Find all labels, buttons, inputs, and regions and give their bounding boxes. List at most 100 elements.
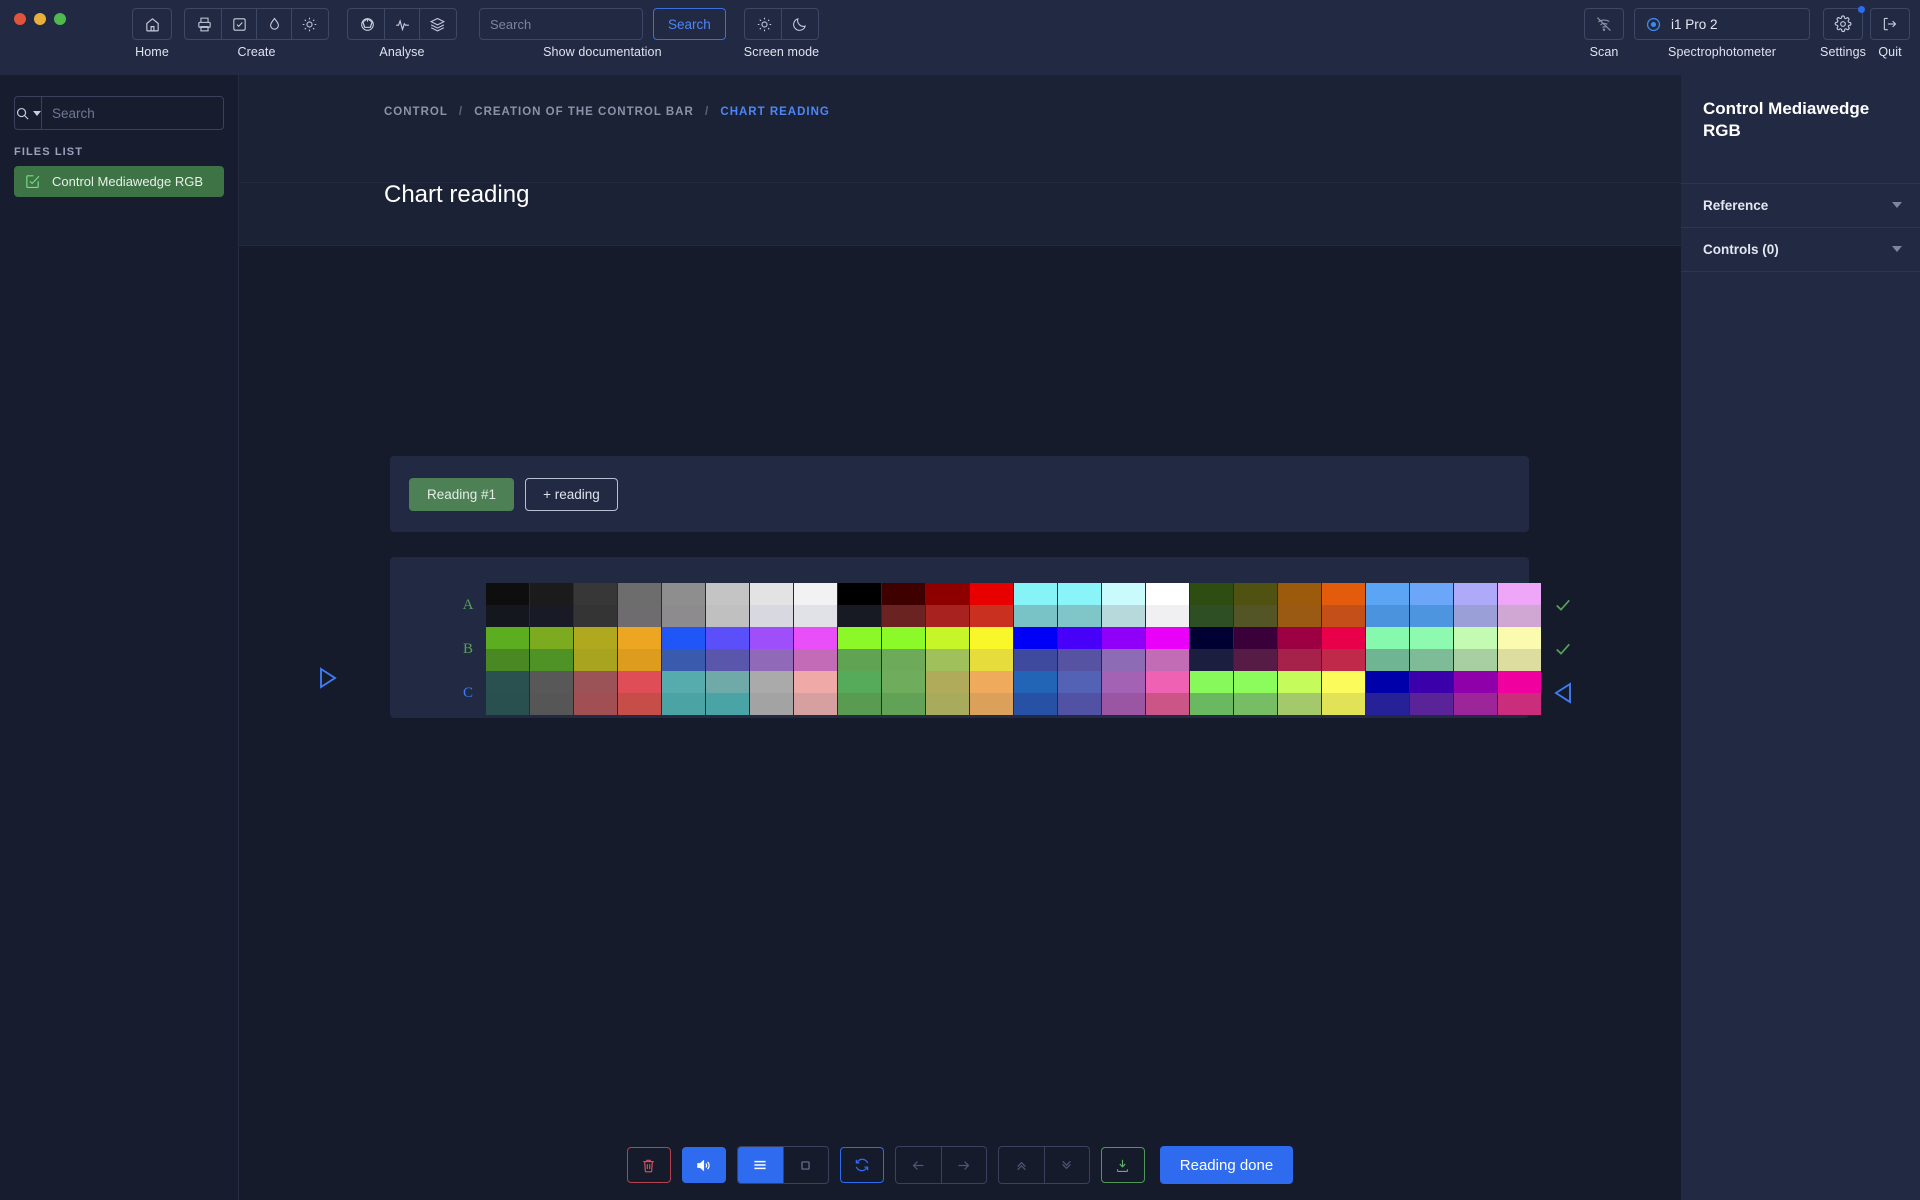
- window-close-button[interactable]: [14, 13, 26, 25]
- checklist-icon[interactable]: [222, 9, 256, 39]
- previous-button[interactable]: [896, 1147, 941, 1183]
- chart-patch[interactable]: [794, 627, 837, 671]
- chart-patch[interactable]: [1454, 671, 1497, 715]
- chart-patch[interactable]: [1234, 627, 1277, 671]
- export-button[interactable]: [1100, 1147, 1145, 1183]
- chart-patch[interactable]: [750, 583, 793, 627]
- chart-patch[interactable]: [1146, 671, 1189, 715]
- chart-patch[interactable]: [706, 671, 749, 715]
- chart-patch[interactable]: [926, 627, 969, 671]
- spectrophotometer-selector[interactable]: i1 Pro 2: [1634, 8, 1811, 40]
- chart-patch[interactable]: [1146, 583, 1189, 627]
- chart-patch[interactable]: [1322, 583, 1365, 627]
- chart-patch[interactable]: [1498, 583, 1541, 627]
- chart-patch[interactable]: [1102, 583, 1145, 627]
- delete-button[interactable]: [626, 1147, 671, 1183]
- chart-patch[interactable]: [1454, 583, 1497, 627]
- chart-patch[interactable]: [1102, 671, 1145, 715]
- page-up-button[interactable]: [999, 1147, 1044, 1183]
- chart-patch[interactable]: [1322, 671, 1365, 715]
- chart-patch[interactable]: [618, 671, 661, 715]
- search-input[interactable]: [42, 97, 223, 129]
- chart-patch[interactable]: [1366, 671, 1409, 715]
- chart-patch[interactable]: [1410, 583, 1453, 627]
- chart-patch[interactable]: [1234, 583, 1277, 627]
- scan-off-icon[interactable]: [1587, 9, 1621, 39]
- chart-patch[interactable]: [530, 627, 573, 671]
- sun-icon[interactable]: [747, 9, 781, 39]
- home-icon[interactable]: [135, 9, 169, 39]
- chart-patch[interactable]: [794, 583, 837, 627]
- chart-patch[interactable]: [1190, 627, 1233, 671]
- chart-patch[interactable]: [838, 671, 881, 715]
- chart-patch[interactable]: [970, 627, 1013, 671]
- chart-patch[interactable]: [926, 671, 969, 715]
- chart-patch[interactable]: [706, 583, 749, 627]
- chart-patch[interactable]: [662, 583, 705, 627]
- documentation-search-input[interactable]: [479, 8, 643, 40]
- window-maximize-button[interactable]: [54, 13, 66, 25]
- chart-patch[interactable]: [618, 583, 661, 627]
- list-view-button[interactable]: [737, 1147, 783, 1183]
- logout-icon[interactable]: [1873, 9, 1907, 39]
- documentation-search-button[interactable]: Search: [653, 8, 726, 40]
- chart-patch[interactable]: [486, 627, 529, 671]
- chart-patch[interactable]: [574, 671, 617, 715]
- gear-icon[interactable]: [1826, 9, 1860, 39]
- refresh-button[interactable]: [839, 1147, 884, 1183]
- layers-icon[interactable]: [420, 9, 454, 39]
- reading-tab-1[interactable]: Reading #1: [409, 477, 515, 511]
- chart-patch[interactable]: [706, 627, 749, 671]
- chart-patch[interactable]: [1366, 583, 1409, 627]
- chart-patch[interactable]: [970, 671, 1013, 715]
- chart-patch[interactable]: [838, 583, 881, 627]
- breadcrumb-item-chart-reading[interactable]: CHART READING: [720, 106, 829, 118]
- chart-patch[interactable]: [882, 671, 925, 715]
- chart-patch[interactable]: [1278, 583, 1321, 627]
- pulse-icon[interactable]: [385, 9, 419, 39]
- chart-patch[interactable]: [882, 583, 925, 627]
- next-button[interactable]: [940, 1147, 986, 1183]
- chart-patch[interactable]: [1278, 671, 1321, 715]
- chart-patch[interactable]: [882, 627, 925, 671]
- chart-patch[interactable]: [750, 627, 793, 671]
- right-panel-section-reference[interactable]: Reference: [1681, 184, 1920, 227]
- chart-patch[interactable]: [574, 583, 617, 627]
- chart-patch[interactable]: [1498, 671, 1541, 715]
- breadcrumb-item-control[interactable]: CONTROL: [384, 106, 448, 118]
- chart-patch[interactable]: [1366, 627, 1409, 671]
- chart-patch[interactable]: [1278, 627, 1321, 671]
- file-list-item[interactable]: Control Mediawedge RGB: [14, 166, 224, 197]
- chart-patch[interactable]: [1014, 671, 1057, 715]
- chart-patch[interactable]: [1410, 671, 1453, 715]
- triangle-left-icon[interactable]: [1554, 682, 1572, 704]
- patch-view-button[interactable]: [782, 1147, 828, 1183]
- chart-patch[interactable]: [574, 627, 617, 671]
- chart-patch[interactable]: [1190, 583, 1233, 627]
- chart-patch[interactable]: [1190, 671, 1233, 715]
- chart-patch[interactable]: [1058, 627, 1101, 671]
- chart-patch[interactable]: [750, 671, 793, 715]
- chart-patch[interactable]: [662, 627, 705, 671]
- chart-patch[interactable]: [926, 583, 969, 627]
- chart-patch[interactable]: [1498, 627, 1541, 671]
- add-reading-button[interactable]: + reading: [525, 477, 618, 511]
- window-minimize-button[interactable]: [34, 13, 46, 25]
- chart-patch[interactable]: [1058, 671, 1101, 715]
- moon-icon[interactable]: [782, 9, 816, 39]
- chart-patch[interactable]: [1102, 627, 1145, 671]
- droplet-icon[interactable]: [257, 9, 291, 39]
- chart-patch[interactable]: [1322, 627, 1365, 671]
- chart-patch[interactable]: [1014, 627, 1057, 671]
- chart-patch[interactable]: [1454, 627, 1497, 671]
- chart-patch[interactable]: [618, 627, 661, 671]
- chart-patch[interactable]: [486, 583, 529, 627]
- printer-icon[interactable]: [187, 9, 221, 39]
- chart-patch[interactable]: [486, 671, 529, 715]
- chart-patch[interactable]: [530, 671, 573, 715]
- chart-patch[interactable]: [1410, 627, 1453, 671]
- chart-patch[interactable]: [1234, 671, 1277, 715]
- right-panel-section-controls[interactable]: Controls (0): [1681, 228, 1920, 271]
- page-down-button[interactable]: [1043, 1147, 1089, 1183]
- globe-icon[interactable]: [350, 9, 384, 39]
